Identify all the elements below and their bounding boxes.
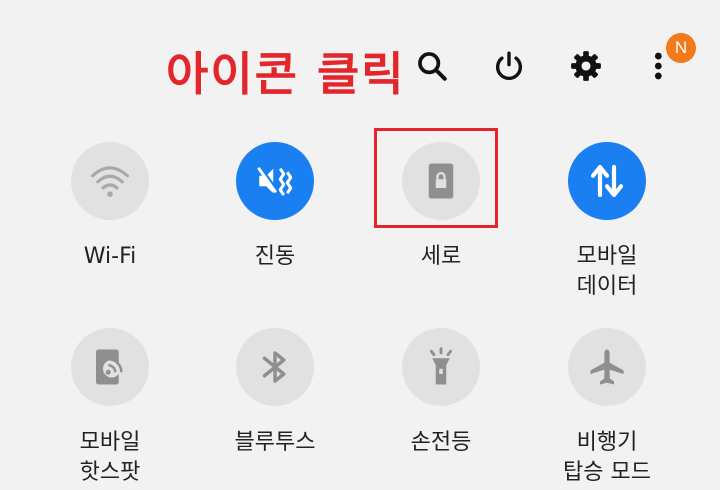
wifi-icon xyxy=(90,166,130,197)
flashlight-icon xyxy=(429,347,453,385)
tile-hotspot[interactable]: 모바일 핫스팟 xyxy=(35,328,185,488)
wifi-toggle[interactable] xyxy=(71,142,149,220)
highlight-box xyxy=(374,128,498,228)
search-button[interactable] xyxy=(410,44,454,88)
power-button[interactable] xyxy=(487,44,531,88)
annotation-text: 아이콘 클릭 xyxy=(166,47,406,101)
airplane-mode-toggle[interactable] xyxy=(568,328,646,406)
power-icon xyxy=(496,51,522,81)
tile-label: 모바일 핫스팟 xyxy=(79,430,141,485)
tile-flashlight[interactable]: 손전등 xyxy=(366,328,516,458)
tile-mobile-data[interactable]: 모바일 데이터 xyxy=(532,142,682,302)
tile-label: 블루투스 xyxy=(234,430,316,455)
gear-icon xyxy=(571,51,601,81)
vibrate-icon xyxy=(257,165,293,196)
tile-label: Wi-Fi xyxy=(83,244,137,269)
tile-airplane-mode[interactable]: 비행기 탑승 모드 xyxy=(532,328,682,488)
flashlight-toggle[interactable] xyxy=(402,328,480,406)
tile-label: 세로 xyxy=(420,244,462,269)
tile-vibrate[interactable]: 진동 xyxy=(200,142,350,272)
mobile-data-icon xyxy=(590,164,624,198)
bluetooth-toggle[interactable] xyxy=(236,328,314,406)
search-icon xyxy=(418,52,447,81)
tile-label: 비행기 탑승 모드 xyxy=(563,430,651,485)
mobile-data-toggle[interactable] xyxy=(568,142,646,220)
vibrate-toggle[interactable] xyxy=(236,142,314,220)
settings-button[interactable] xyxy=(564,44,608,88)
notification-badge: N xyxy=(666,33,696,63)
tile-label: 손전등 xyxy=(410,430,472,455)
tile-wifi[interactable]: Wi-Fi xyxy=(35,142,185,272)
airplane-icon xyxy=(590,349,624,385)
hotspot-toggle[interactable] xyxy=(71,328,149,406)
hotspot-icon xyxy=(96,349,123,385)
tile-label: 진동 xyxy=(254,244,296,269)
tile-label: 모바일 데이터 xyxy=(576,244,638,299)
bluetooth-icon xyxy=(262,351,286,383)
tile-bluetooth[interactable]: 블루투스 xyxy=(200,328,350,458)
